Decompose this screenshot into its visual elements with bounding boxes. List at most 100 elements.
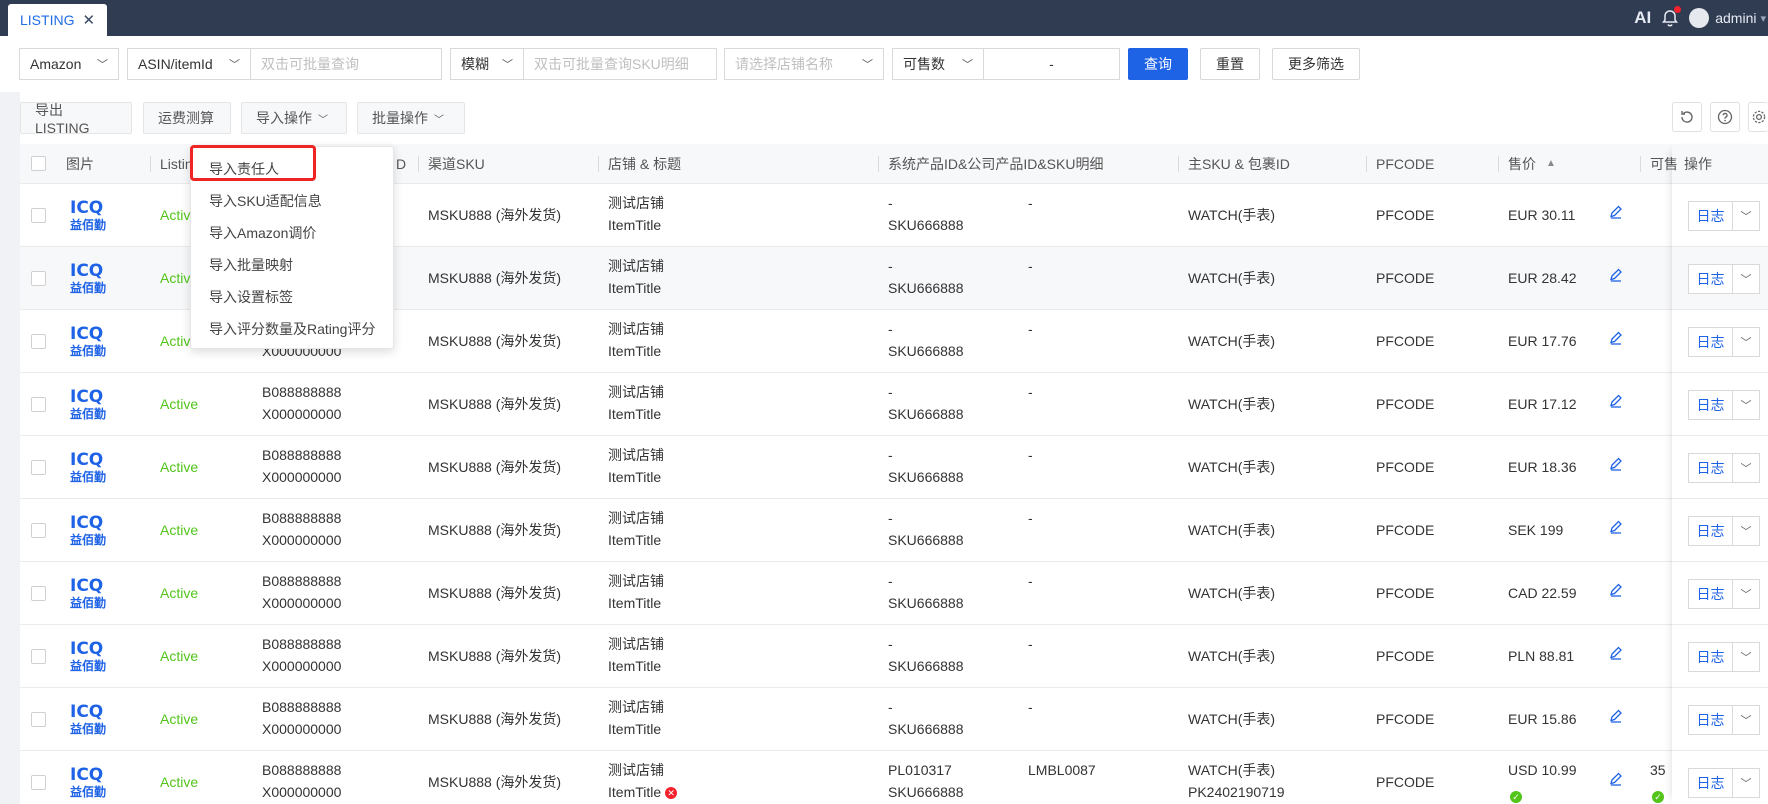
main-sku: WATCH(手表)	[1188, 648, 1276, 664]
product-image[interactable]: ICQ 益佰勤	[68, 574, 110, 612]
edit-icon[interactable]	[1608, 519, 1624, 535]
dropdown-item[interactable]: 导入设置标签	[209, 287, 293, 307]
row-checkbox[interactable]	[31, 649, 46, 664]
chevron-down-icon[interactable]: ﹀	[1732, 264, 1760, 294]
match-mode-select[interactable]: 模糊 ﹀	[450, 48, 524, 80]
table-row[interactable]: ICQ益佰勤 Active B088888888 X000000000 MSKU…	[20, 436, 1768, 499]
edit-icon[interactable]	[1608, 456, 1624, 472]
search-button[interactable]: 查询	[1128, 48, 1188, 80]
row-checkbox[interactable]	[31, 712, 46, 727]
more-filters-button[interactable]: 更多筛选	[1272, 48, 1360, 80]
edit-icon[interactable]	[1608, 204, 1624, 220]
product-image[interactable]: ICQ 益佰勤	[68, 259, 110, 297]
asin-search-input[interactable]: 双击可批量查询	[250, 48, 442, 80]
edit-icon[interactable]	[1608, 771, 1624, 787]
sort-icon[interactable]: ▲	[1546, 144, 1556, 184]
ai-button[interactable]: AI	[1634, 8, 1651, 28]
import-ops-button[interactable]: 导入操作 ﹀	[241, 102, 347, 134]
table-row[interactable]: ICQ益佰勤 Active B088888888 X000000000 MSKU…	[20, 688, 1768, 751]
freight-calc-button[interactable]: 运费测算	[143, 102, 231, 134]
company-product-id: -	[1028, 636, 1033, 652]
edit-icon[interactable]	[1608, 582, 1624, 598]
log-button[interactable]: 日志	[1688, 264, 1732, 294]
edit-icon[interactable]	[1608, 645, 1624, 661]
table-row[interactable]: ICQ益佰勤 Active B088888888 X000000000 MSKU…	[20, 373, 1768, 436]
reset-button[interactable]: 重置	[1200, 48, 1260, 80]
table-row[interactable]: ICQ益佰勤 Active B088888888 X000000000 MSKU…	[20, 562, 1768, 625]
dropdown-item[interactable]: 导入Amazon调价	[209, 223, 316, 243]
row-checkbox[interactable]	[31, 460, 46, 475]
chevron-down-icon[interactable]: ﹀	[1732, 516, 1760, 546]
chevron-down-icon[interactable]: ﹀	[1732, 390, 1760, 420]
row-checkbox[interactable]	[31, 775, 46, 790]
chevron-down-icon[interactable]: ﹀	[1732, 201, 1760, 231]
item-title: ItemTitle ✕	[608, 781, 678, 803]
select-all-checkbox[interactable]	[31, 156, 46, 171]
help-icon[interactable]	[1710, 102, 1740, 132]
row-checkbox[interactable]	[31, 397, 46, 412]
chevron-down-icon[interactable]: ▾	[1760, 12, 1766, 25]
tab-listing[interactable]: LISTING ✕	[8, 4, 108, 36]
qty-type-select[interactable]: 可售数 ﹀	[892, 48, 984, 80]
edit-icon[interactable]	[1608, 267, 1624, 283]
table-row[interactable]: ICQ益佰勤 Active B088888888 X000000000 MSKU…	[20, 625, 1768, 688]
close-icon[interactable]: ✕	[82, 11, 95, 29]
log-button[interactable]: 日志	[1688, 705, 1732, 735]
sku-search-input[interactable]: 双击可批量查询SKU明细	[523, 48, 717, 80]
logo-text: 益佰勤	[70, 785, 107, 799]
pfcode: PFCODE	[1376, 585, 1435, 601]
avatar[interactable]	[1689, 8, 1710, 28]
refresh-icon[interactable]	[1672, 102, 1702, 132]
platform-select[interactable]: Amazon ﹀	[19, 48, 119, 80]
row-checkbox[interactable]	[31, 334, 46, 349]
log-button[interactable]: 日志	[1688, 453, 1732, 483]
dropdown-item[interactable]: 导入SKU适配信息	[209, 191, 322, 211]
product-image[interactable]: ICQ 益佰勤	[68, 322, 110, 360]
product-image[interactable]: ICQ 益佰勤	[68, 385, 110, 423]
chevron-down-icon[interactable]: ﹀	[1732, 453, 1760, 483]
product-image[interactable]: ICQ 益佰勤	[68, 196, 110, 234]
dropdown-item[interactable]: 导入评分数量及Rating评分	[209, 319, 375, 339]
status-badge: Active	[160, 396, 199, 412]
log-button[interactable]: 日志	[1688, 768, 1732, 798]
log-button[interactable]: 日志	[1688, 327, 1732, 357]
row-checkbox[interactable]	[31, 208, 46, 223]
status-badge: Active	[160, 522, 199, 538]
qty-range-input[interactable]: -	[983, 48, 1120, 80]
edit-icon[interactable]	[1608, 330, 1624, 346]
batch-ops-button[interactable]: 批量操作 ﹀	[357, 102, 465, 134]
asin: B088888888	[262, 762, 342, 778]
item-title-text: ItemTitle	[608, 280, 662, 296]
product-image[interactable]: ICQ 益佰勤	[68, 448, 110, 486]
dropdown-item[interactable]: 导入批量映射	[209, 255, 293, 275]
table-row[interactable]: ICQ益佰勤 Active B088888888 X000000000 MSKU…	[20, 751, 1768, 804]
log-button[interactable]: 日志	[1688, 642, 1732, 672]
product-image[interactable]: ICQ 益佰勤	[68, 637, 110, 675]
export-listing-button[interactable]: 导出LISTING	[20, 102, 132, 136]
log-button[interactable]: 日志	[1688, 516, 1732, 546]
row-checkbox[interactable]	[31, 586, 46, 601]
table-row[interactable]: ICQ益佰勤 Active B088888888 X000000000 MSKU…	[20, 499, 1768, 562]
log-button[interactable]: 日志	[1688, 579, 1732, 609]
store-select[interactable]: 请选择店铺名称 ﹀	[724, 48, 884, 80]
edit-icon[interactable]	[1608, 393, 1624, 409]
log-button[interactable]: 日志	[1688, 390, 1732, 420]
chevron-down-icon[interactable]: ﹀	[1732, 327, 1760, 357]
row-checkbox[interactable]	[31, 271, 46, 286]
chevron-down-icon[interactable]: ﹀	[1732, 768, 1760, 798]
chevron-down-icon[interactable]: ﹀	[1732, 705, 1760, 735]
chevron-down-icon[interactable]: ﹀	[1732, 642, 1760, 672]
product-image[interactable]: ICQ 益佰勤	[68, 511, 110, 549]
log-button[interactable]: 日志	[1688, 201, 1732, 231]
bell-icon[interactable]	[1661, 6, 1682, 27]
id-type-select[interactable]: ASIN/itemId ﹀	[127, 48, 251, 80]
chevron-down-icon[interactable]: ﹀	[1732, 579, 1760, 609]
sku-detail: SKU666888	[888, 406, 964, 422]
item-title: ItemTitle	[608, 655, 661, 677]
settings-gear-icon[interactable]	[1748, 102, 1768, 132]
product-image[interactable]: ICQ 益佰勤	[68, 763, 110, 801]
product-image[interactable]: ICQ 益佰勤	[68, 700, 110, 738]
row-checkbox[interactable]	[31, 523, 46, 538]
username[interactable]: admini	[1715, 10, 1756, 26]
edit-icon[interactable]	[1608, 708, 1624, 724]
